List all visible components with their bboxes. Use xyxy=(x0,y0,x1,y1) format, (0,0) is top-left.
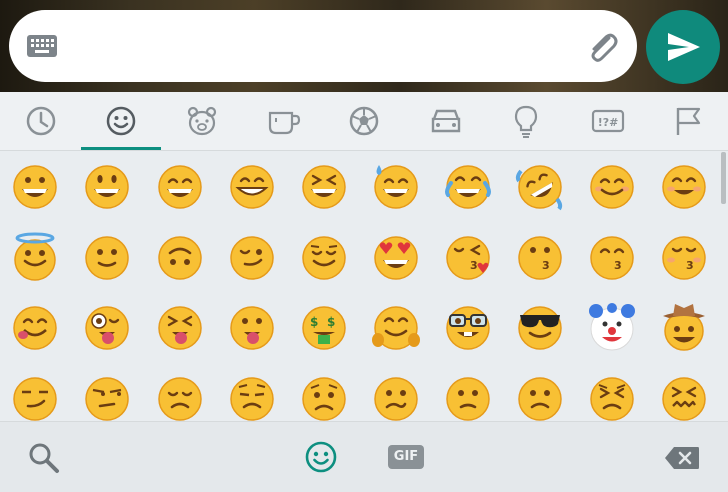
svg-text:$: $ xyxy=(310,315,318,329)
bear-icon xyxy=(187,106,217,136)
keyboard-icon[interactable] xyxy=(27,35,57,57)
smiley-icon xyxy=(106,106,136,136)
emoji-persevere[interactable] xyxy=(587,373,637,421)
tab-recent[interactable] xyxy=(1,92,81,150)
emoji-kissing-closed-eyes[interactable]: 3 xyxy=(659,232,709,282)
tab-animals[interactable] xyxy=(162,92,242,150)
emoji-clown[interactable] xyxy=(587,302,637,352)
svg-text:3: 3 xyxy=(470,259,478,272)
emoji-sweat-smile[interactable] xyxy=(371,161,421,211)
emoji-hugging[interactable] xyxy=(371,302,421,352)
emoji-laughing[interactable] xyxy=(299,161,349,211)
emoji-innocent[interactable] xyxy=(10,232,60,282)
message-input[interactable] xyxy=(9,10,637,82)
tab-travel[interactable] xyxy=(405,92,485,150)
emoji-confused[interactable] xyxy=(371,373,421,421)
attach-icon[interactable] xyxy=(585,30,621,64)
cup-icon xyxy=(268,111,301,135)
emoji-smile[interactable] xyxy=(155,161,205,211)
emoji-yum[interactable] xyxy=(10,302,60,352)
gif-button[interactable]: GIF xyxy=(388,445,424,469)
keyboard-bottom-bar: GIF xyxy=(0,421,728,492)
tab-objects[interactable] xyxy=(486,92,566,150)
emoji-money-mouth[interactable]: $ $ xyxy=(299,302,349,352)
emoji-disappointed[interactable] xyxy=(155,373,205,421)
lightbulb-icon xyxy=(514,105,538,138)
svg-text:3: 3 xyxy=(542,259,550,272)
emoji-grin[interactable] xyxy=(227,161,277,211)
car-icon xyxy=(431,109,461,133)
emoji-upside-down[interactable] xyxy=(155,232,205,282)
send-button[interactable] xyxy=(646,10,720,84)
emoji-cowboy[interactable] xyxy=(659,302,709,352)
soccer-ball-icon xyxy=(349,106,379,136)
emoji-joy[interactable] xyxy=(443,161,493,211)
emoji-stuck-out-tongue[interactable] xyxy=(227,302,277,352)
emoji-mode-icon[interactable] xyxy=(304,440,338,478)
tab-food[interactable] xyxy=(243,92,323,150)
emoji-stuck-out-tongue-winking[interactable] xyxy=(82,302,132,352)
flag-icon xyxy=(676,107,701,135)
clock-icon xyxy=(26,106,56,136)
emoji-blush-smile[interactable] xyxy=(587,161,637,211)
emoji-frowning[interactable] xyxy=(515,373,565,421)
symbols-icon: !?# xyxy=(591,109,625,133)
emoji-stuck-out-tongue-closed-eyes[interactable] xyxy=(155,302,205,352)
emoji-unamused[interactable] xyxy=(82,373,132,421)
tab-flags[interactable] xyxy=(648,92,728,150)
emoji-kissing-smiling-eyes[interactable]: 3 xyxy=(587,232,637,282)
emoji-heart-eyes[interactable] xyxy=(371,232,421,282)
emoji-confounded[interactable] xyxy=(659,373,709,421)
emoji-slight-smile[interactable] xyxy=(82,232,132,282)
svg-text:!?#: !?# xyxy=(598,116,619,129)
emoji-worried[interactable] xyxy=(299,373,349,421)
emoji-sunglasses[interactable] xyxy=(515,302,565,352)
tab-activities[interactable] xyxy=(324,92,404,150)
emoji-blush[interactable] xyxy=(659,161,709,211)
svg-text:3: 3 xyxy=(614,259,622,272)
search-icon[interactable] xyxy=(28,442,60,478)
emoji-grid: 3 3 3 3 $ $ xyxy=(0,151,728,421)
emoji-grinning[interactable] xyxy=(10,161,60,211)
send-icon xyxy=(668,33,700,61)
emoji-wink-smile[interactable] xyxy=(227,232,277,282)
tab-smileys[interactable] xyxy=(81,92,161,150)
scrollbar[interactable] xyxy=(721,152,726,204)
emoji-rofl[interactable] xyxy=(515,161,565,211)
emoji-nerd[interactable] xyxy=(443,302,493,352)
emoji-smiley[interactable] xyxy=(82,161,132,211)
emoji-kissing[interactable]: 3 xyxy=(515,232,565,282)
backspace-icon[interactable] xyxy=(664,446,700,474)
tab-symbols[interactable]: !?# xyxy=(567,92,647,150)
emoji-kissing-heart[interactable]: 3 xyxy=(443,232,493,282)
emoji-slight-frown[interactable] xyxy=(443,373,493,421)
svg-text:$: $ xyxy=(327,315,335,329)
svg-text:3: 3 xyxy=(686,259,694,272)
emoji-relieved[interactable] xyxy=(299,232,349,282)
emoji-category-tabs: !?# xyxy=(0,92,728,150)
emoji-smirk[interactable] xyxy=(10,373,60,421)
emoji-pensive[interactable] xyxy=(227,373,277,421)
